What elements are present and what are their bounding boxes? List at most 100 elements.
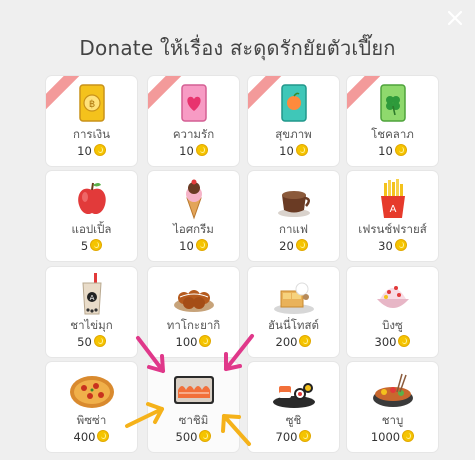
price-value: 500 bbox=[175, 430, 198, 444]
coin-icon bbox=[199, 335, 212, 347]
gift-price: 10 bbox=[148, 144, 239, 158]
gift-name: ซาชิมิ bbox=[178, 413, 209, 427]
gift-price: 10 bbox=[46, 144, 137, 158]
gift-price: 50 bbox=[46, 335, 137, 349]
coin-icon bbox=[199, 430, 212, 442]
price-value: 200 bbox=[275, 335, 298, 349]
gift-grid: ฿การเงิน 10 ความรัก 10 สุขภาพ 10 โชคลาภ 10 แอปเป… bbox=[0, 0, 475, 460]
price-value: 5 bbox=[80, 239, 89, 253]
gift-name: เฟรนช์ฟรายส์ bbox=[358, 222, 427, 236]
gift-name: สุขภาพ bbox=[275, 127, 312, 141]
gift-card[interactable]: ทาโกะยากิ 100 bbox=[148, 267, 239, 357]
clover-card-icon bbox=[369, 82, 417, 126]
takoyaki-icon bbox=[170, 273, 218, 317]
gift-card[interactable]: ไอศกรีม 10 bbox=[148, 171, 239, 261]
coin-icon bbox=[195, 144, 208, 156]
gift-price: 10 bbox=[347, 144, 438, 158]
gift-card[interactable]: ความรัก 10 bbox=[148, 76, 239, 166]
gift-name: ไอศกรีม bbox=[173, 222, 214, 236]
sushi-icon bbox=[270, 368, 318, 412]
gift-card[interactable]: ชาบู 1000 bbox=[347, 362, 438, 452]
gift-name: ซูชิ bbox=[285, 413, 302, 427]
gift-card[interactable]: พิซซ่า 400 bbox=[46, 362, 137, 452]
coin-icon bbox=[398, 335, 411, 347]
gift-price: 500 bbox=[148, 430, 239, 444]
gift-name: พิซซ่า bbox=[76, 413, 107, 427]
gift-price: 20 bbox=[248, 239, 339, 253]
coin-icon bbox=[93, 335, 106, 347]
gift-card[interactable]: ซูชิ 700 bbox=[248, 362, 339, 452]
coin-icon bbox=[295, 239, 308, 251]
coin-icon bbox=[90, 239, 103, 251]
gift-name: ฮันนี่โทสต์ bbox=[268, 318, 319, 332]
gift-card[interactable]: กาแฟ 20 bbox=[248, 171, 339, 261]
gift-card[interactable]: สุขภาพ 10 bbox=[248, 76, 339, 166]
coin-icon bbox=[295, 144, 308, 156]
bubble-tea-icon: A bbox=[68, 273, 116, 317]
coin-icon bbox=[402, 430, 415, 442]
coin-icon bbox=[195, 239, 208, 251]
coin-icon bbox=[93, 144, 106, 156]
gift-name: บิงซู bbox=[382, 318, 403, 332]
gift-price: 10 bbox=[248, 144, 339, 158]
sashimi-icon bbox=[170, 368, 218, 412]
price-value: 30 bbox=[378, 239, 393, 253]
svg-text:A: A bbox=[390, 204, 397, 215]
gift-name: แอปเปิ้ล bbox=[71, 222, 112, 236]
gift-card[interactable]: แอปเปิ้ล 5 bbox=[46, 171, 137, 261]
price-value: 1000 bbox=[370, 430, 401, 444]
gift-name: ความรัก bbox=[172, 127, 215, 141]
gift-card[interactable]: ฿การเงิน 10 bbox=[46, 76, 137, 166]
price-value: 100 bbox=[175, 335, 198, 349]
coin-icon bbox=[97, 430, 110, 442]
gift-card[interactable]: A เฟรนช์ฟรายส์ 30 bbox=[347, 171, 438, 261]
gift-price: 300 bbox=[347, 335, 438, 349]
pizza-icon bbox=[68, 368, 116, 412]
ice-cream-icon bbox=[170, 177, 218, 221]
price-value: 10 bbox=[378, 144, 393, 158]
coin-icon bbox=[394, 239, 407, 251]
price-value: 10 bbox=[279, 144, 294, 158]
svg-text:A: A bbox=[90, 294, 95, 302]
apple-icon bbox=[68, 177, 116, 221]
gift-price: 30 bbox=[347, 239, 438, 253]
gift-name: การเงิน bbox=[72, 127, 110, 141]
price-value: 20 bbox=[279, 239, 294, 253]
gift-price: 10 bbox=[148, 239, 239, 253]
gift-price: 100 bbox=[148, 335, 239, 349]
gift-name: ชาไข่มุก bbox=[70, 318, 113, 332]
gift-card[interactable]: ซาชิมิ 500 bbox=[148, 362, 239, 452]
gift-price: 700 bbox=[248, 430, 339, 444]
coin-icon bbox=[299, 430, 312, 442]
gift-name: โชคลาภ bbox=[371, 127, 414, 141]
coin-icon bbox=[299, 335, 312, 347]
french-fries-icon: A bbox=[369, 177, 417, 221]
gift-price: 400 bbox=[46, 430, 137, 444]
price-value: 400 bbox=[73, 430, 96, 444]
honey-toast-icon bbox=[270, 273, 318, 317]
gift-name: ทาโกะยากิ bbox=[166, 318, 221, 332]
price-value: 50 bbox=[77, 335, 92, 349]
heart-card-icon bbox=[170, 82, 218, 126]
gift-name: ชาบู bbox=[381, 413, 404, 427]
gift-price: 1000 bbox=[347, 430, 438, 444]
coffee-icon bbox=[270, 177, 318, 221]
gift-card[interactable]: ฮันนี่โทสต์ 200 bbox=[248, 267, 339, 357]
price-value: 10 bbox=[179, 144, 194, 158]
gift-name: กาแฟ bbox=[279, 222, 308, 236]
bingsu-icon bbox=[369, 273, 417, 317]
gift-price: 200 bbox=[248, 335, 339, 349]
gift-card[interactable]: A ชาไข่มุก 50 bbox=[46, 267, 137, 357]
shabu-icon bbox=[369, 368, 417, 412]
svg-text:฿: ฿ bbox=[89, 99, 95, 110]
gift-card[interactable]: บิงซู 300 bbox=[347, 267, 438, 357]
price-value: 700 bbox=[275, 430, 298, 444]
price-value: 10 bbox=[77, 144, 92, 158]
price-value: 10 bbox=[179, 239, 194, 253]
price-value: 300 bbox=[374, 335, 397, 349]
gold-card-icon: ฿ bbox=[68, 82, 116, 126]
coin-icon bbox=[394, 144, 407, 156]
gift-card[interactable]: โชคลาภ 10 bbox=[347, 76, 438, 166]
gift-price: 5 bbox=[46, 239, 137, 253]
health-card-icon bbox=[270, 82, 318, 126]
